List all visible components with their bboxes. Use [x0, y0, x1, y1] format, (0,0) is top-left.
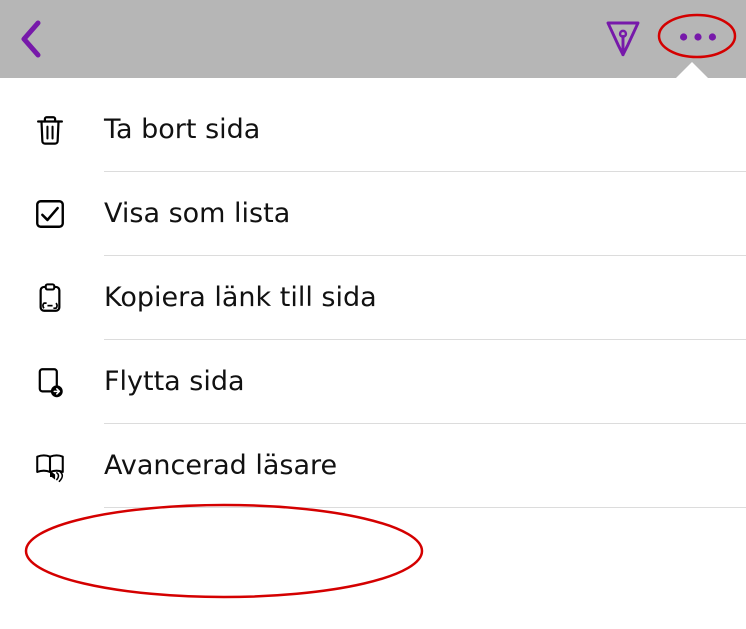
book-audio-icon	[30, 446, 70, 486]
menu-item-label: Kopiera länk till sida	[104, 256, 746, 340]
trash-icon	[30, 110, 70, 150]
menu-item-label: Ta bort sida	[104, 88, 746, 172]
menu-item-label: Flytta sida	[104, 340, 746, 424]
menu-item-move-page[interactable]: Flytta sida	[0, 340, 746, 424]
menu-item-delete-page[interactable]: Ta bort sida	[0, 88, 746, 172]
menu-item-immersive-reader[interactable]: Avancerad läsare	[0, 424, 746, 508]
menu-item-label: Avancerad läsare	[104, 424, 746, 508]
more-button[interactable]	[668, 12, 728, 62]
page-move-icon	[30, 362, 70, 402]
context-menu: Ta bort sida Visa som lista Kopiera länk…	[0, 78, 746, 508]
toolbar	[0, 0, 746, 78]
pen-button[interactable]	[595, 10, 651, 66]
annotation-ellipse-immersive-reader	[22, 501, 427, 601]
clipboard-link-icon	[30, 278, 70, 318]
chevron-left-icon	[20, 19, 44, 59]
dropdown-caret	[676, 62, 708, 78]
back-button[interactable]	[12, 14, 52, 64]
menu-item-copy-link[interactable]: Kopiera länk till sida	[0, 256, 746, 340]
menu-item-view-as-list[interactable]: Visa som lista	[0, 172, 746, 256]
checkbox-checked-icon	[30, 194, 70, 234]
menu-item-label: Visa som lista	[104, 172, 746, 256]
pen-tip-icon	[603, 18, 643, 58]
more-horizontal-icon	[674, 28, 722, 46]
